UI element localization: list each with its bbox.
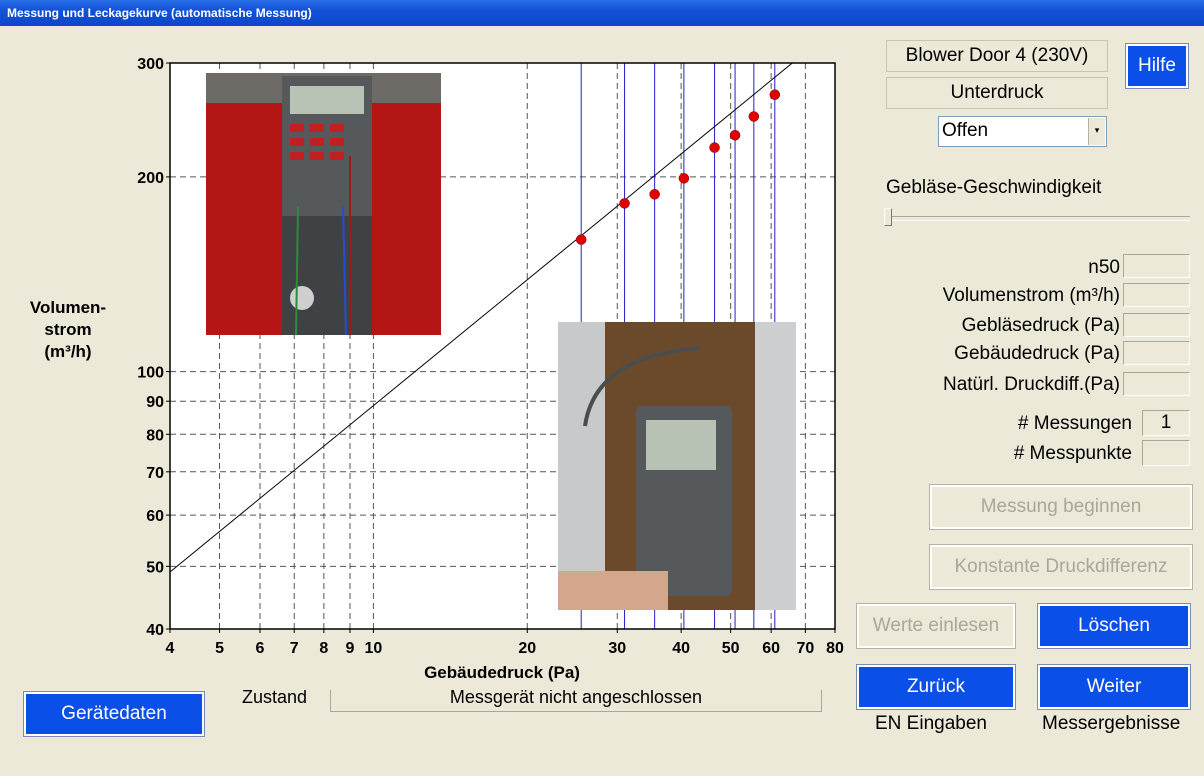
status-text: Messgerät nicht angeschlossen [449, 690, 703, 707]
x-tick-label: 60 [762, 640, 780, 657]
constant-pressure-button[interactable]: Konstante Druckdifferenz [929, 544, 1193, 590]
anemometer-photo [558, 322, 796, 610]
data-point [748, 111, 760, 122]
x-tick-label: 9 [346, 640, 355, 657]
state-select[interactable]: Offen ▾ [938, 116, 1107, 147]
start-measurement-button[interactable]: Messung beginnen [929, 484, 1193, 530]
slider-thumb[interactable] [884, 208, 892, 226]
window-title: Messung und Leckagekurve (automatische M… [0, 0, 1204, 26]
readout-value-geblaesedruck [1123, 313, 1190, 337]
data-point [709, 142, 720, 153]
fan-speed-slider[interactable] [884, 206, 1190, 230]
x-tick-label: 4 [166, 640, 175, 657]
x-tick-label: 7 [290, 640, 299, 657]
status-bar: Zustand Messgerät nicht angeschlossen [236, 690, 822, 714]
fan-speed-label: Gebläse-Geschwindigkeit [886, 177, 1102, 198]
status-label: Zustand [242, 690, 308, 707]
status-field: Messgerät nicht angeschlossen [330, 690, 822, 712]
count-value-messungen: 1 [1142, 410, 1190, 436]
chevron-down-icon[interactable]: ▾ [1088, 118, 1105, 145]
state-select-value: Offen [942, 120, 989, 141]
data-point [678, 173, 690, 184]
x-tick-label: 5 [215, 640, 224, 657]
y-tick-label: 50 [146, 559, 164, 576]
y-tick-label: 100 [137, 365, 164, 382]
readout-label-n50: n50 [1088, 257, 1120, 278]
y-axis-label-line: Volumen- [30, 298, 106, 317]
x-tick-label: 10 [365, 640, 383, 657]
data-point [575, 234, 587, 245]
data-point [619, 198, 630, 209]
y-tick-label: 60 [146, 508, 164, 525]
readout-value-n50 [1123, 254, 1190, 278]
y-tick-label: 300 [137, 56, 164, 73]
read-values-button[interactable]: Werte einlesen [856, 603, 1016, 649]
delete-button[interactable]: Löschen [1037, 603, 1191, 649]
x-tick-label: 8 [319, 640, 328, 657]
readout-label-volumenstrom: Volumenstrom (m³/h) [942, 285, 1120, 306]
readout-value-natuerl-druckdiff [1123, 372, 1190, 396]
count-label-messungen: # Messungen [1017, 413, 1132, 434]
x-tick-label: 40 [672, 640, 690, 657]
readout-label-geblaesedruck: Gebläsedruck (Pa) [961, 315, 1120, 336]
x-tick-label: 30 [608, 640, 626, 657]
next-button[interactable]: Weiter [1037, 664, 1191, 710]
pressure-gauge-photo [206, 73, 441, 336]
y-tick-label: 80 [146, 427, 164, 444]
readout-value-gebaeudedruck [1123, 341, 1190, 365]
y-axis-label-line: strom [44, 320, 91, 339]
slider-track [884, 216, 1190, 221]
y-tick-label: 70 [146, 465, 164, 482]
leakage-chart: 40 50 60 70 80 90 100 200 300 4 5 6 7 8 9 10 20 30 40 50 60… [30, 56, 844, 682]
y-axis-label: Volumen-strom (m³/h) [30, 298, 106, 361]
back-button[interactable]: Zurück [856, 664, 1016, 710]
y-axis-label-line: (m³/h) [44, 342, 91, 361]
next-caption: Messergebnisse [1042, 713, 1181, 734]
readout-value-volumenstrom [1123, 283, 1190, 307]
readout-label-natuerl-druckdiff: Natürl. Druckdiff.(Pa) [942, 374, 1120, 395]
data-point [769, 89, 781, 100]
back-caption: EN Eingaben [875, 713, 987, 734]
pressure-mode: Unterdruck [950, 82, 1044, 103]
x-tick-label: 80 [826, 640, 844, 657]
data-point [729, 129, 741, 141]
y-tick-label: 200 [137, 170, 164, 187]
help-button[interactable]: Hilfe [1125, 43, 1189, 89]
readout-label-gebaeudedruck: Gebäudedruck (Pa) [954, 343, 1120, 364]
device-name-box: Blower Door 4 (230V) [886, 40, 1108, 72]
count-value-messpunkte [1142, 440, 1190, 466]
y-tick-label: 90 [146, 394, 164, 411]
device-data-button[interactable]: Gerätedaten [23, 691, 205, 737]
x-tick-label: 6 [256, 640, 265, 657]
x-tick-label: 50 [722, 640, 740, 657]
device-name: Blower Door 4 (230V) [905, 45, 1089, 66]
x-tick-label: 70 [796, 640, 814, 657]
y-tick-label: 40 [146, 622, 164, 639]
x-axis-label: Gebäudedruck (Pa) [424, 663, 580, 682]
x-tick-label: 20 [518, 640, 536, 657]
data-point [649, 189, 660, 200]
pressure-mode-box: Unterdruck [886, 77, 1108, 109]
count-label-messpunkte: # Messpunkte [1013, 443, 1132, 464]
